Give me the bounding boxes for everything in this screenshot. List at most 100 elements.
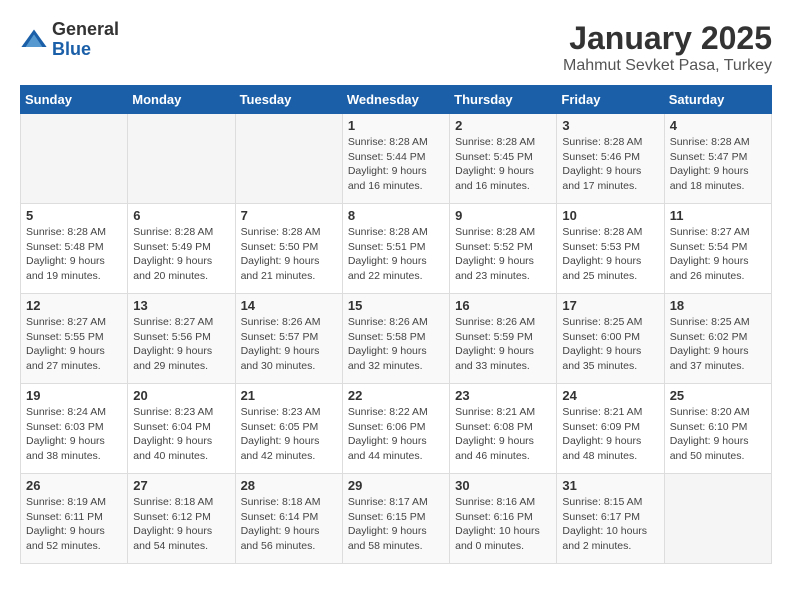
day-number: 3	[562, 118, 658, 133]
calendar-cell: 10 Sunrise: 8:28 AM Sunset: 5:53 PM Dayli…	[557, 204, 664, 294]
day-number: 4	[670, 118, 766, 133]
day-number: 8	[348, 208, 444, 223]
day-info: Sunrise: 8:26 AM Sunset: 5:57 PM Dayligh…	[241, 315, 337, 374]
day-info: Sunrise: 8:28 AM Sunset: 5:53 PM Dayligh…	[562, 225, 658, 284]
logo-icon	[20, 26, 48, 54]
day-info: Sunrise: 8:25 AM Sunset: 6:02 PM Dayligh…	[670, 315, 766, 374]
calendar-week-4: 19 Sunrise: 8:24 AM Sunset: 6:03 PM Dayli…	[21, 384, 772, 474]
calendar-cell: 27 Sunrise: 8:18 AM Sunset: 6:12 PM Dayli…	[128, 474, 235, 564]
day-info: Sunrise: 8:18 AM Sunset: 6:12 PM Dayligh…	[133, 495, 229, 554]
calendar-cell: 15Sunrise: 8:26 AM Sunset: 5:58 PM Dayli…	[342, 294, 449, 384]
day-info: Sunrise: 8:28 AM Sunset: 5:45 PM Dayligh…	[455, 135, 551, 194]
day-number: 16	[455, 298, 551, 313]
calendar-cell	[21, 114, 128, 204]
header-thursday: Thursday	[450, 86, 557, 114]
day-info: Sunrise: 8:28 AM Sunset: 5:48 PM Dayligh…	[26, 225, 122, 284]
day-info: Sunrise: 8:28 AM Sunset: 5:47 PM Dayligh…	[670, 135, 766, 194]
calendar-cell: 8 Sunrise: 8:28 AM Sunset: 5:51 PM Daylig…	[342, 204, 449, 294]
header-monday: Monday	[128, 86, 235, 114]
calendar-cell: 2Sunrise: 8:28 AM Sunset: 5:45 PM Daylig…	[450, 114, 557, 204]
title-section: January 2025 Mahmut Sevket Pasa, Turkey	[563, 20, 772, 75]
header-sunday: Sunday	[21, 86, 128, 114]
day-info: Sunrise: 8:27 AM Sunset: 5:55 PM Dayligh…	[26, 315, 122, 374]
day-number: 22	[348, 388, 444, 403]
day-info: Sunrise: 8:16 AM Sunset: 6:16 PM Dayligh…	[455, 495, 551, 554]
day-number: 1	[348, 118, 444, 133]
day-info: Sunrise: 8:24 AM Sunset: 6:03 PM Dayligh…	[26, 405, 122, 464]
day-number: 24	[562, 388, 658, 403]
day-number: 9	[455, 208, 551, 223]
calendar-cell: 26Sunrise: 8:19 AM Sunset: 6:11 PM Dayli…	[21, 474, 128, 564]
calendar-cell: 3 Sunrise: 8:28 AM Sunset: 5:46 PM Daylig…	[557, 114, 664, 204]
day-info: Sunrise: 8:18 AM Sunset: 6:14 PM Dayligh…	[241, 495, 337, 554]
day-info: Sunrise: 8:26 AM Sunset: 5:59 PM Dayligh…	[455, 315, 551, 374]
day-number: 20	[133, 388, 229, 403]
header-row: Sunday Monday Tuesday Wednesday Thursday…	[21, 86, 772, 114]
day-number: 14	[241, 298, 337, 313]
calendar-cell: 13 Sunrise: 8:27 AM Sunset: 5:56 PM Dayli…	[128, 294, 235, 384]
calendar-cell: 20 Sunrise: 8:23 AM Sunset: 6:04 PM Dayli…	[128, 384, 235, 474]
calendar-cell: 12Sunrise: 8:27 AM Sunset: 5:55 PM Dayli…	[21, 294, 128, 384]
day-number: 31	[562, 478, 658, 493]
day-info: Sunrise: 8:20 AM Sunset: 6:10 PM Dayligh…	[670, 405, 766, 464]
day-info: Sunrise: 8:27 AM Sunset: 5:56 PM Dayligh…	[133, 315, 229, 374]
day-number: 11	[670, 208, 766, 223]
day-info: Sunrise: 8:23 AM Sunset: 6:05 PM Dayligh…	[241, 405, 337, 464]
day-info: Sunrise: 8:22 AM Sunset: 6:06 PM Dayligh…	[348, 405, 444, 464]
day-number: 28	[241, 478, 337, 493]
day-number: 19	[26, 388, 122, 403]
calendar-cell: 22 Sunrise: 8:22 AM Sunset: 6:06 PM Dayli…	[342, 384, 449, 474]
logo: General Blue	[20, 20, 119, 60]
day-number: 21	[241, 388, 337, 403]
logo-text: General Blue	[52, 20, 119, 60]
page-header: General Blue January 2025 Mahmut Sevket …	[20, 20, 772, 75]
calendar-week-3: 12Sunrise: 8:27 AM Sunset: 5:55 PM Dayli…	[21, 294, 772, 384]
day-info: Sunrise: 8:15 AM Sunset: 6:17 PM Dayligh…	[562, 495, 658, 554]
day-info: Sunrise: 8:28 AM Sunset: 5:46 PM Dayligh…	[562, 135, 658, 194]
day-number: 13	[133, 298, 229, 313]
logo-blue: Blue	[52, 40, 119, 60]
calendar-week-1: 1 Sunrise: 8:28 AM Sunset: 5:44 PM Daylig…	[21, 114, 772, 204]
calendar-header: Sunday Monday Tuesday Wednesday Thursday…	[21, 86, 772, 114]
calendar-cell	[128, 114, 235, 204]
calendar-cell: 17Sunrise: 8:25 AM Sunset: 6:00 PM Dayli…	[557, 294, 664, 384]
header-saturday: Saturday	[664, 86, 771, 114]
calendar-table: Sunday Monday Tuesday Wednesday Thursday…	[20, 85, 772, 564]
calendar-cell: 31 Sunrise: 8:15 AM Sunset: 6:17 PM Dayli…	[557, 474, 664, 564]
logo-general: General	[52, 20, 119, 40]
day-number: 10	[562, 208, 658, 223]
day-info: Sunrise: 8:19 AM Sunset: 6:11 PM Dayligh…	[26, 495, 122, 554]
calendar-cell: 6Sunrise: 8:28 AM Sunset: 5:49 PM Daylig…	[128, 204, 235, 294]
day-number: 23	[455, 388, 551, 403]
calendar-cell	[664, 474, 771, 564]
header-wednesday: Wednesday	[342, 86, 449, 114]
calendar-cell: 1 Sunrise: 8:28 AM Sunset: 5:44 PM Daylig…	[342, 114, 449, 204]
day-info: Sunrise: 8:28 AM Sunset: 5:51 PM Dayligh…	[348, 225, 444, 284]
day-number: 29	[348, 478, 444, 493]
calendar-cell: 29Sunrise: 8:17 AM Sunset: 6:15 PM Dayli…	[342, 474, 449, 564]
calendar-cell: 19 Sunrise: 8:24 AM Sunset: 6:03 PM Dayli…	[21, 384, 128, 474]
day-number: 18	[670, 298, 766, 313]
calendar-cell	[235, 114, 342, 204]
day-number: 17	[562, 298, 658, 313]
day-number: 27	[133, 478, 229, 493]
calendar-cell: 11 Sunrise: 8:27 AM Sunset: 5:54 PM Dayli…	[664, 204, 771, 294]
calendar-cell: 21 Sunrise: 8:23 AM Sunset: 6:05 PM Dayli…	[235, 384, 342, 474]
day-number: 7	[241, 208, 337, 223]
day-info: Sunrise: 8:21 AM Sunset: 6:09 PM Dayligh…	[562, 405, 658, 464]
calendar-subtitle: Mahmut Sevket Pasa, Turkey	[563, 57, 772, 75]
calendar-cell: 9 Sunrise: 8:28 AM Sunset: 5:52 PM Daylig…	[450, 204, 557, 294]
header-tuesday: Tuesday	[235, 86, 342, 114]
day-info: Sunrise: 8:28 AM Sunset: 5:52 PM Dayligh…	[455, 225, 551, 284]
calendar-cell: 5Sunrise: 8:28 AM Sunset: 5:48 PM Daylig…	[21, 204, 128, 294]
day-info: Sunrise: 8:26 AM Sunset: 5:58 PM Dayligh…	[348, 315, 444, 374]
calendar-cell: 25 Sunrise: 8:20 AM Sunset: 6:10 PM Dayli…	[664, 384, 771, 474]
calendar-cell: 24 Sunrise: 8:21 AM Sunset: 6:09 PM Dayli…	[557, 384, 664, 474]
day-info: Sunrise: 8:23 AM Sunset: 6:04 PM Dayligh…	[133, 405, 229, 464]
day-number: 25	[670, 388, 766, 403]
day-number: 6	[133, 208, 229, 223]
calendar-title: January 2025	[563, 20, 772, 57]
day-info: Sunrise: 8:28 AM Sunset: 5:44 PM Dayligh…	[348, 135, 444, 194]
day-info: Sunrise: 8:27 AM Sunset: 5:54 PM Dayligh…	[670, 225, 766, 284]
calendar-cell: 7Sunrise: 8:28 AM Sunset: 5:50 PM Daylig…	[235, 204, 342, 294]
